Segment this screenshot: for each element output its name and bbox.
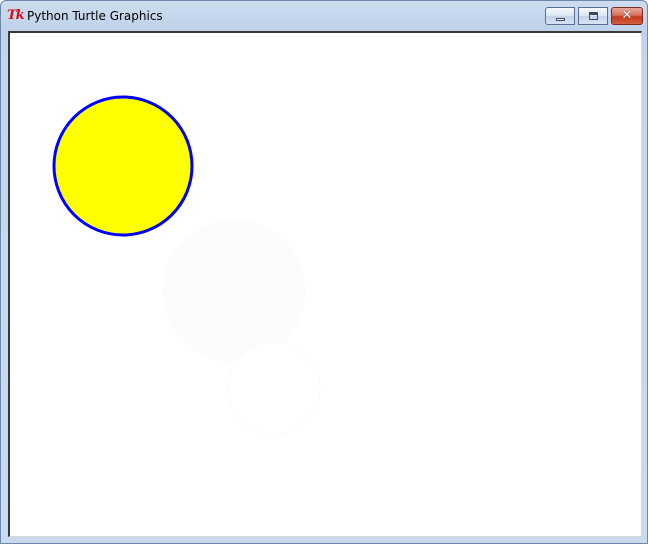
turtle-canvas[interactable] (10, 33, 641, 536)
app-window: Tk Python Turtle Graphics ✕ (0, 0, 648, 544)
faint-circle-small (227, 341, 321, 435)
turtle-canvas-frame (8, 31, 642, 537)
minimize-icon (556, 18, 565, 21)
maximize-button[interactable] (578, 7, 608, 25)
tk-icon[interactable]: Tk (7, 8, 25, 24)
window-title: Python Turtle Graphics (27, 9, 163, 23)
close-button[interactable]: ✕ (611, 7, 643, 25)
minimize-button[interactable] (545, 7, 575, 25)
faint-circle-large (162, 219, 306, 363)
close-icon: ✕ (621, 8, 633, 23)
maximize-icon (589, 12, 598, 20)
yellow-circle (52, 95, 194, 237)
title-bar[interactable]: Tk Python Turtle Graphics ✕ (1, 1, 647, 31)
